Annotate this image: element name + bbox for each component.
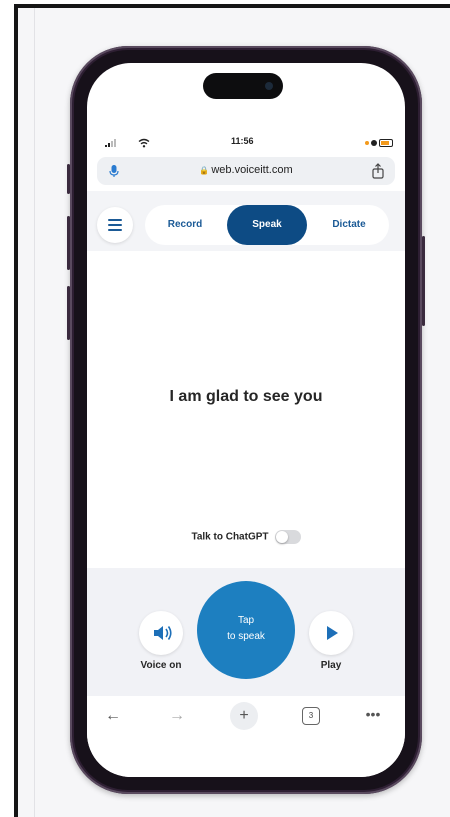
lock-icon: 🔒 bbox=[199, 166, 210, 175]
battery-icon bbox=[379, 139, 393, 147]
recognized-phrase: I am glad to see you bbox=[169, 388, 323, 405]
plus-icon[interactable]: + bbox=[230, 702, 258, 730]
chatgpt-toggle-row: Talk to ChatGPT bbox=[87, 530, 405, 544]
forward-arrow-icon[interactable]: → bbox=[165, 706, 189, 726]
url-text: web.voiceitt.com bbox=[211, 164, 293, 176]
phone-mockup: 11:56 🔒 web.voiceitt.com Record Speak Di… bbox=[67, 46, 425, 794]
status-bar: 11:56 bbox=[87, 135, 405, 151]
camera-icon bbox=[265, 82, 273, 90]
play-label: Play bbox=[320, 660, 342, 671]
menu-icon bbox=[108, 219, 122, 221]
phone-action-button bbox=[67, 164, 70, 194]
more-icon[interactable]: ••• bbox=[361, 706, 385, 726]
battery-indicator bbox=[365, 138, 395, 148]
tab-dictate[interactable]: Dictate bbox=[309, 205, 389, 245]
phone-volume-down bbox=[67, 286, 70, 340]
voice-button[interactable] bbox=[139, 611, 183, 655]
browser-toolbar: ← → + 3 ••• bbox=[87, 696, 405, 777]
phone-screen: 11:56 🔒 web.voiceitt.com Record Speak Di… bbox=[87, 63, 405, 777]
recording-dot bbox=[365, 141, 369, 145]
mode-tabs: Record Speak Dictate bbox=[145, 205, 389, 245]
location-dot bbox=[371, 140, 377, 146]
tab-count: 3 bbox=[308, 711, 314, 720]
divider bbox=[34, 8, 35, 817]
url-display: 🔒 web.voiceitt.com bbox=[97, 164, 395, 176]
to-speak-label: to speak bbox=[227, 631, 265, 642]
signal-icon bbox=[105, 139, 119, 147]
wifi-icon bbox=[138, 138, 150, 148]
back-arrow-icon[interactable]: ← bbox=[101, 706, 125, 726]
tap-label: Tap bbox=[237, 615, 255, 626]
toggle-knob bbox=[275, 531, 288, 543]
tab-record[interactable]: Record bbox=[145, 205, 225, 245]
speaker-icon bbox=[154, 626, 172, 640]
voice-on-label: Voice on bbox=[140, 660, 182, 671]
menu-button[interactable] bbox=[97, 207, 133, 243]
chatgpt-toggle[interactable] bbox=[274, 530, 301, 544]
dynamic-island bbox=[203, 73, 283, 99]
status-time: 11:56 bbox=[231, 136, 254, 146]
tab-speak[interactable]: Speak bbox=[227, 205, 307, 245]
share-icon[interactable] bbox=[371, 163, 385, 179]
phone-power-button bbox=[422, 236, 425, 326]
app-header: Record Speak Dictate bbox=[87, 191, 405, 251]
browser-address-bar[interactable]: 🔒 web.voiceitt.com bbox=[97, 157, 395, 185]
play-icon bbox=[327, 626, 338, 640]
chatgpt-label: Talk to ChatGPT bbox=[191, 531, 269, 543]
phone-volume-up bbox=[67, 216, 70, 270]
play-button[interactable] bbox=[309, 611, 353, 655]
tap-to-speak-button[interactable]: Tap to speak bbox=[197, 581, 295, 679]
tabs-icon[interactable]: 3 bbox=[302, 707, 320, 725]
